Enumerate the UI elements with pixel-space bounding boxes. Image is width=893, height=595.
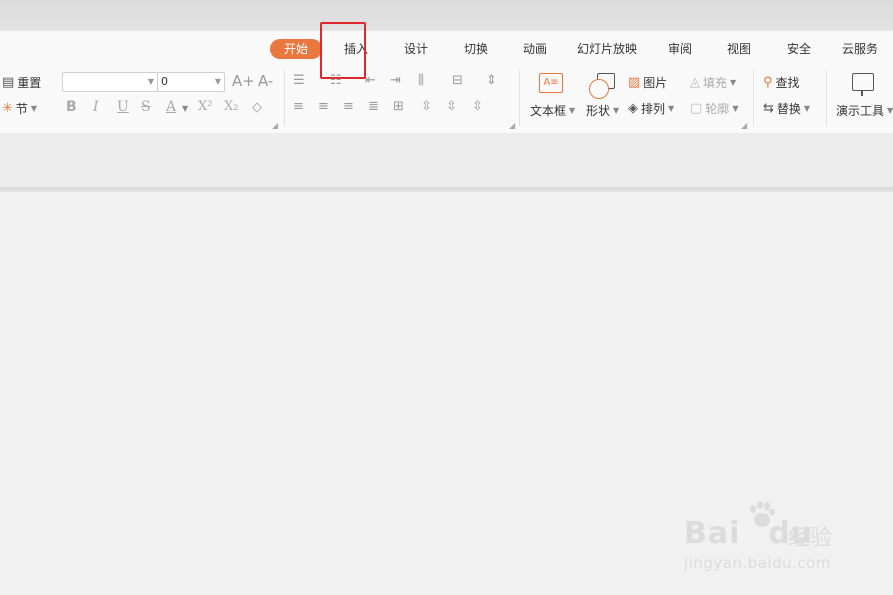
distribute-icon[interactable]: ⊞ — [393, 99, 404, 114]
watermark-brand: Bai — [684, 516, 741, 551]
chevron-down-icon: ▼ — [803, 104, 811, 113]
chevron-down-icon: ▼ — [730, 78, 737, 87]
chevron-down-icon: ▼ — [668, 104, 675, 113]
replace-button[interactable]: ⇆ 替换 ▼ — [763, 100, 810, 117]
tab-animations[interactable]: 动画 — [523, 38, 547, 60]
layers-icon: ◈ — [628, 101, 638, 116]
align-left-icon[interactable]: ≡ — [293, 99, 304, 114]
bold-button[interactable]: B — [66, 99, 77, 115]
group-separator — [519, 70, 520, 126]
section-button[interactable]: ✳ 节 ▼ — [2, 100, 37, 117]
presentation-tools-icon — [852, 73, 874, 96]
group-separator — [826, 70, 827, 126]
chevron-down-icon: ▼ — [147, 77, 154, 86]
dialog-launcher-icon[interactable]: ◢ — [509, 121, 515, 130]
paragraph-spacing-icon[interactable]: ⇳ — [421, 99, 432, 114]
tab-security[interactable]: 安全 — [787, 38, 811, 60]
align-center-icon[interactable]: ≡ — [318, 99, 329, 114]
textbox-icon: A≡ — [539, 73, 563, 93]
shrink-font-icon[interactable]: A- — [258, 72, 273, 90]
dialog-launcher-icon[interactable]: ◢ — [741, 121, 747, 130]
line-spacing-icon[interactable]: ⇕ — [486, 73, 497, 88]
increase-indent-icon[interactable]: ⇥ — [390, 73, 401, 88]
watermark-cn: 经验 — [788, 526, 833, 551]
watermark-url: jingyan.baidu.com — [684, 554, 831, 572]
chevron-down-icon: ▼ — [569, 106, 576, 115]
textbox-button[interactable]: 文本框 ▼ — [530, 102, 575, 119]
presentation-tools-button[interactable]: 演示工具 ▼ — [836, 102, 893, 119]
decrease-indent-icon[interactable]: ⇤ — [365, 73, 376, 88]
grow-font-icon[interactable]: A+ — [232, 72, 255, 90]
group-separator — [753, 70, 754, 126]
dialog-launcher-icon[interactable]: ◢ — [272, 121, 278, 130]
chevron-down-icon: ▼ — [732, 104, 739, 113]
chevron-down-icon: ▼ — [182, 104, 189, 113]
shape-button[interactable]: 形状 ▼ — [586, 102, 619, 119]
tab-home[interactable]: 开始 — [270, 39, 323, 59]
arrange-button[interactable]: ◈ 排列 ▼ — [628, 100, 674, 117]
font-color-button[interactable]: A — [166, 99, 176, 115]
section-icon: ✳ — [2, 101, 13, 116]
chevron-down-icon: ▼ — [214, 77, 221, 86]
font-name-select[interactable]: ▼ — [62, 72, 158, 92]
strikethrough-button[interactable]: S — [141, 99, 151, 115]
insert-tab-highlight — [320, 22, 366, 79]
numbering-icon[interactable]: ☷ — [330, 73, 342, 88]
italic-button[interactable]: I — [93, 99, 99, 115]
search-icon: ⚲ — [763, 75, 773, 90]
bullets-icon[interactable]: ☰ — [293, 73, 305, 88]
chevron-down-icon: ▼ — [613, 106, 620, 115]
picture-icon: ▨ — [628, 75, 641, 90]
title-bar — [0, 0, 893, 30]
text-direction-icon[interactable]: ⊟ — [452, 73, 463, 88]
chevron-down-icon: ▼ — [887, 106, 893, 115]
font-size-select[interactable]: 0 ▼ — [157, 72, 225, 92]
fill-button[interactable]: ◬ 填充 ▼ — [690, 74, 736, 91]
ribbon-tabs: 开始 插入 设计 切换 动画 幻灯片放映 审阅 视图 安全 云服务 — [0, 38, 893, 60]
paint-bucket-icon: ◬ — [690, 75, 700, 90]
tab-view[interactable]: 视图 — [727, 38, 751, 60]
tab-design[interactable]: 设计 — [404, 38, 428, 60]
tab-review[interactable]: 审阅 — [668, 38, 692, 60]
spacing-before-icon[interactable]: ⇳ — [446, 99, 457, 114]
chevron-down-icon: ▼ — [30, 104, 38, 113]
underline-button[interactable]: U — [117, 99, 129, 115]
outline-icon: ▢ — [690, 101, 703, 116]
subscript-button[interactable]: X₂ — [224, 99, 238, 114]
find-button[interactable]: ⚲ 查找 — [763, 74, 800, 91]
shape-icon — [589, 73, 615, 99]
replace-icon: ⇆ — [763, 101, 774, 116]
picture-button[interactable]: ▨ 图片 — [628, 74, 667, 91]
baidu-watermark: Bai du 经验 jingyan.baidu.com — [684, 500, 849, 580]
align-right-icon[interactable]: ≡ — [343, 99, 354, 114]
toolbar-secondary-area — [0, 133, 893, 188]
outline-button[interactable]: ▢ 轮廓 ▼ — [690, 100, 738, 117]
tab-transitions[interactable]: 切换 — [464, 38, 488, 60]
eraser-icon[interactable]: ◇ — [252, 100, 262, 115]
superscript-button[interactable]: X² — [198, 99, 212, 114]
justify-icon[interactable]: ≣ — [368, 99, 379, 114]
tab-slideshow[interactable]: 幻灯片放映 — [577, 38, 637, 60]
tab-cloud-services[interactable]: 云服务 — [842, 38, 878, 60]
spacing-after-icon[interactable]: ⇳ — [472, 99, 483, 114]
reset-icon: ▤ — [2, 75, 15, 90]
reset-button[interactable]: ▤ 重置 — [2, 74, 41, 91]
columns-icon[interactable]: ⫼ — [418, 73, 424, 88]
group-separator — [284, 70, 285, 126]
